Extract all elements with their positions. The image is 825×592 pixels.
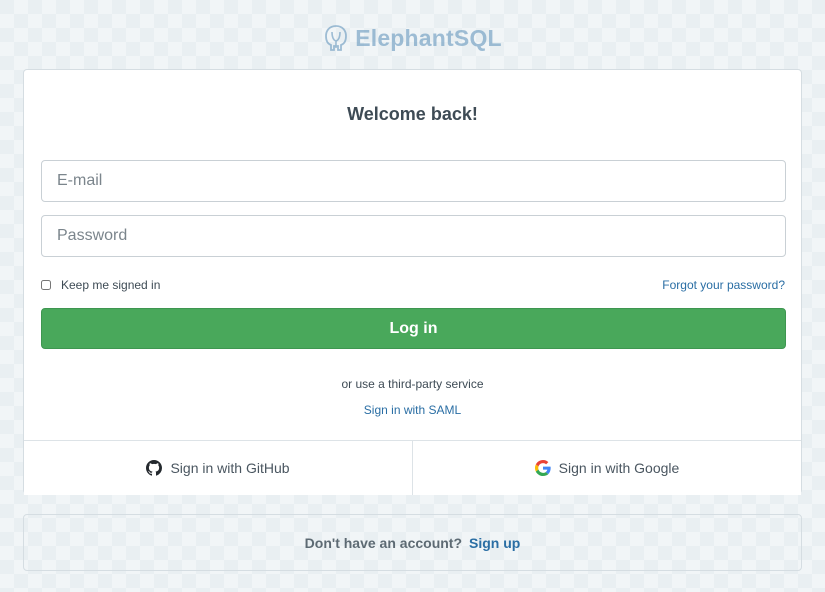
github-signin-button[interactable]: Sign in with GitHub: [24, 441, 413, 495]
login-card: Welcome back! Keep me signed in Forgot y…: [23, 69, 802, 495]
forgot-password-link[interactable]: Forgot your password?: [662, 278, 785, 292]
password-field[interactable]: [41, 215, 786, 257]
signup-prompt: Don't have an account?: [304, 534, 463, 551]
brand-name: ElephantSQL: [355, 24, 502, 51]
page-title: Welcome back!: [347, 104, 478, 124]
remember-me[interactable]: Keep me signed in: [41, 278, 160, 292]
brand-header: ElephantSQL: [0, 22, 825, 54]
remember-me-checkbox[interactable]: [41, 280, 51, 290]
signup-link[interactable]: Sign up: [469, 535, 520, 551]
github-signin-label: Sign in with GitHub: [170, 460, 290, 476]
remember-me-label: Keep me signed in: [61, 278, 161, 292]
third-party-caption: or use a third-party service: [341, 377, 484, 391]
github-icon: [146, 460, 163, 476]
google-signin-label: Sign in with Google: [558, 460, 680, 476]
google-signin-button[interactable]: Sign in with Google: [413, 441, 801, 495]
login-button[interactable]: Log in: [41, 308, 786, 349]
signup-panel: Don't have an account? Sign up: [23, 514, 802, 571]
google-icon: [534, 460, 551, 476]
saml-signin-link[interactable]: Sign in with SAML: [24, 403, 801, 417]
oauth-buttons: Sign in with GitHub Sign in with Google: [24, 440, 801, 495]
elephant-logo-icon: [323, 24, 349, 52]
email-field[interactable]: [41, 160, 786, 202]
